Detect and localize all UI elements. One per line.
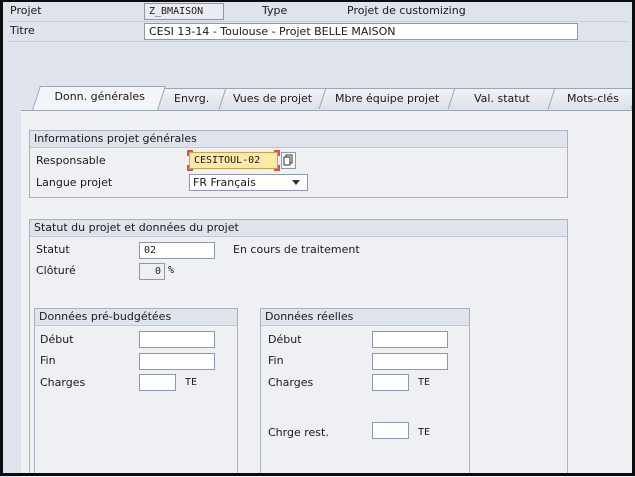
actual-rest-unit: TE	[418, 427, 431, 438]
divider	[8, 41, 628, 42]
tab-label: Mbre équipe projet	[335, 92, 440, 105]
tab-label: Vues de projet	[233, 92, 313, 105]
tab-envrg[interactable]: Envrg.	[156, 88, 228, 109]
actual-charges-field[interactable]	[372, 374, 409, 391]
titre-label: Titre	[10, 24, 35, 37]
actual-debut-label: Début	[268, 333, 302, 346]
tab-label: Donn. générales	[54, 90, 145, 103]
actual-rest-field[interactable]	[372, 422, 409, 439]
tab-mbre-equipe-projet[interactable]: Mbre équipe projet	[318, 88, 457, 109]
focus-marker	[274, 165, 280, 171]
tab-label: Val. statut	[474, 92, 530, 105]
tab-label: Envrg.	[174, 92, 210, 105]
group-title: Données pré-budgétées	[35, 309, 237, 326]
budget-debut-label: Début	[40, 333, 74, 346]
group-title: Statut du projet et données du projet	[30, 220, 567, 237]
cloture-label: Clôturé	[36, 264, 76, 277]
budget-charges-unit: TE	[185, 377, 198, 388]
type-label: Type	[262, 4, 288, 17]
budget-charges-field[interactable]	[139, 374, 176, 391]
focus-marker	[274, 150, 280, 156]
langue-select[interactable]: FR Français	[189, 174, 308, 191]
chevron-down-icon	[292, 180, 300, 185]
statut-label: Statut	[36, 243, 70, 256]
tab-donn-generales[interactable]: Donn. générales	[32, 86, 166, 110]
projet-label: Projet	[10, 4, 42, 17]
langue-label: Langue projet	[36, 176, 113, 189]
focus-marker	[187, 150, 193, 156]
group-title: Informations projet générales	[30, 131, 567, 148]
actual-fin-field[interactable]	[372, 353, 448, 370]
titre-field[interactable]: CESI 13-14 - Toulouse - Projet BELLE MAI…	[144, 23, 578, 40]
group-title: Données réelles	[261, 309, 469, 326]
statut-text: En cours de traitement	[233, 243, 360, 256]
tab-label: Mots-clés	[567, 92, 619, 105]
actual-rest-label: Chrge rest.	[268, 426, 329, 439]
budget-fin-field[interactable]	[139, 353, 215, 370]
percent-unit: %	[168, 265, 175, 276]
copy-icon[interactable]	[281, 152, 296, 169]
actual-charges-label: Charges	[268, 376, 314, 389]
actual-charges-unit: TE	[418, 377, 431, 388]
actual-debut-field[interactable]	[372, 331, 448, 348]
budget-debut-field[interactable]	[139, 331, 215, 348]
langue-value: FR Français	[193, 176, 256, 189]
cloture-field[interactable]: 0	[139, 263, 165, 280]
tab-val-statut[interactable]: Val. statut	[447, 88, 557, 109]
responsable-label: Responsable	[36, 154, 106, 167]
focus-marker	[187, 165, 193, 171]
statut-field[interactable]: 02	[139, 242, 215, 259]
responsable-field[interactable]: CESITOUL-02	[189, 152, 278, 169]
tab-mots-cles[interactable]: Mots-clés	[547, 88, 635, 109]
divider	[8, 21, 628, 22]
type-value: Projet de customizing	[347, 4, 466, 17]
budget-charges-label: Charges	[40, 376, 86, 389]
tab-vues-de-projet[interactable]: Vues de projet	[218, 88, 328, 109]
budget-fin-label: Fin	[40, 354, 56, 367]
actual-fin-label: Fin	[268, 354, 284, 367]
projet-field[interactable]: Z_BMAISON	[144, 3, 224, 20]
